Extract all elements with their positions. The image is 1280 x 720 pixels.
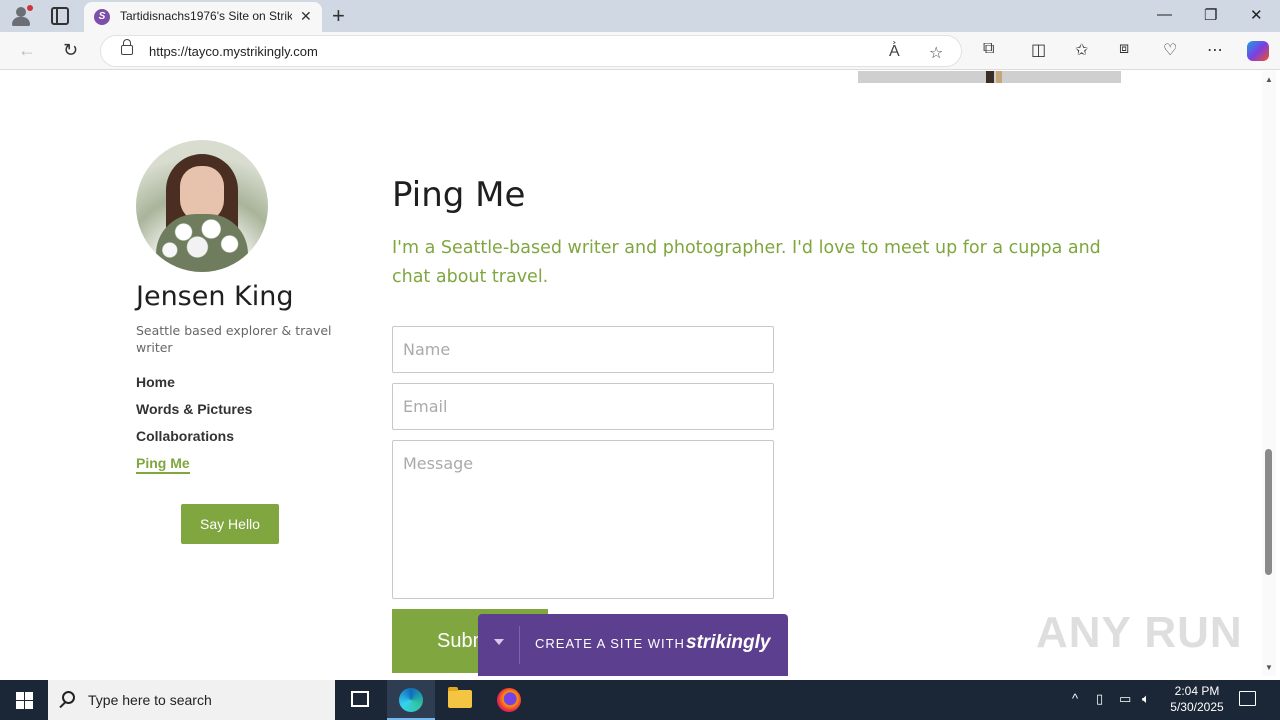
say-hello-button[interactable]: Say Hello [181,504,279,544]
browser-essentials-icon[interactable]: ♡ [1163,40,1177,60]
url-field[interactable]: https://tayco.mystrikingly.com A͐ ☆ [100,35,962,67]
minimize-icon[interactable]: — [1157,6,1172,23]
extensions-icon[interactable]: ⧉ [983,40,994,58]
scrollbar-thumb[interactable] [1265,449,1272,575]
author-tagline: Seattle based explorer & travel writer [136,323,332,355]
clock-time: 2:04 PM [1174,684,1220,698]
favorite-star-icon[interactable]: ☆ [929,43,943,63]
nav-item-collaborations[interactable]: Collaborations [136,428,252,455]
page-viewport: Jensen King Seattle based explorer & tra… [4,71,1262,676]
side-navigation: Home Words & Pictures Collaborations Pin… [136,374,252,482]
window-close-icon[interactable]: ✕ [1250,6,1263,24]
windows-taskbar: Type here to search ^ ▯ ▭ 🔈︎ 2:04 PM 5/3… [0,680,1280,720]
url-text[interactable]: https://tayco.mystrikingly.com [149,44,318,59]
task-view-icon[interactable] [351,691,369,707]
split-screen-icon[interactable]: ◫ [1031,40,1046,60]
volume-icon[interactable]: 🔈︎ [1142,691,1150,707]
scroll-down-icon[interactable]: ▼ [1265,663,1273,672]
strikingly-favicon-icon: S [94,9,110,25]
clock-date: 5/30/2025 [1170,700,1224,714]
lock-icon[interactable] [121,39,133,55]
nav-item-words-pictures[interactable]: Words & Pictures [136,401,252,428]
copilot-icon[interactable] [1247,41,1269,61]
read-aloud-icon[interactable]: A͐ [889,43,900,61]
tab-close-icon[interactable]: ✕ [300,8,312,25]
restore-icon[interactable]: ❐ [1204,6,1217,24]
message-field[interactable]: Message [392,440,774,599]
browser-tab-bar: S Tartidisnachs1976's Site on Strikingly… [0,0,1280,32]
page-scrollbar[interactable]: ▲ ▼ [1262,71,1276,676]
collapse-caret-icon[interactable] [494,639,504,645]
taskbar-search-box[interactable]: Type here to search [48,680,335,720]
browser-tab-active[interactable]: S Tartidisnachs1976's Site on Strikingly… [84,2,322,32]
anyrun-watermark: ANY RUN [1036,608,1243,657]
author-name: Jensen King [136,281,294,312]
nav-item-home[interactable]: Home [136,374,252,401]
strikingly-logo: strikingly [686,632,771,653]
address-bar-row: ← ↻ https://tayco.mystrikingly.com A͐ ☆ … [0,32,1280,70]
back-icon[interactable]: ← [18,40,36,61]
nav-item-ping-me[interactable]: Ping Me [136,455,252,482]
battery-icon[interactable]: ▯ [1096,691,1103,707]
section-intro: I'm a Seattle-based writer and photograp… [392,238,1101,287]
section-title: Ping Me [392,175,526,215]
edge-icon[interactable] [399,688,423,712]
search-placeholder: Type here to search [88,692,212,708]
network-icon[interactable]: ▭ [1119,691,1131,707]
strikingly-promo-banner[interactable]: CREATE A SITE WITH strikingly [478,614,788,676]
file-explorer-icon[interactable] [448,687,472,708]
windows-start-icon[interactable] [16,692,33,709]
notification-icon[interactable] [1239,691,1256,706]
tray-chevron-icon[interactable]: ^ [1072,691,1078,706]
refresh-icon[interactable]: ↻ [63,40,78,61]
scroll-up-icon[interactable]: ▲ [1265,75,1273,84]
profile-avatar [136,140,268,272]
system-clock[interactable]: 2:04 PM 5/30/2025 [1164,683,1230,715]
email-field[interactable]: Email [392,383,774,430]
more-menu-icon[interactable]: ⋯ [1207,40,1223,60]
tab-actions-icon[interactable] [51,7,69,25]
firefox-icon[interactable] [497,688,521,712]
favorites-icon[interactable]: ✩ [1075,40,1088,60]
banner-cta-text: CREATE A SITE WITH [535,636,685,651]
search-icon [62,691,75,704]
collections-icon[interactable]: ⧈ [1119,40,1129,58]
tab-title: Tartidisnachs1976's Site on Strikingly [120,9,292,23]
gallery-image-bottom-edge [858,71,1121,83]
name-field[interactable]: Name [392,326,774,373]
new-tab-icon[interactable]: + [332,3,345,29]
profile-icon[interactable] [10,5,33,27]
